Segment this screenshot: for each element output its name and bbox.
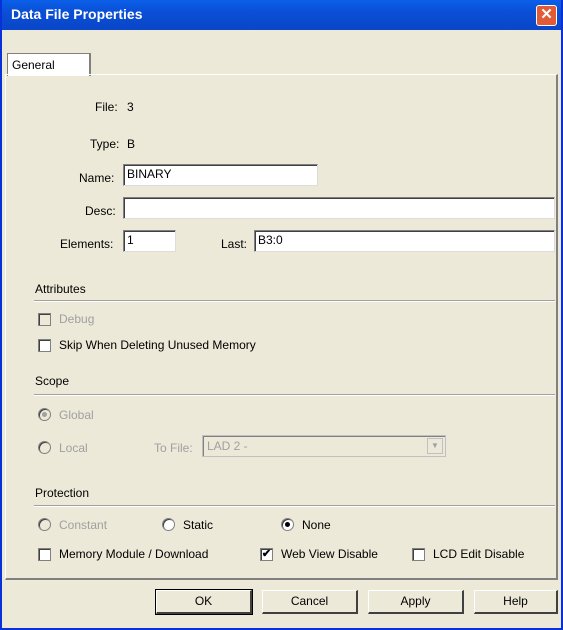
ok-button[interactable]: OK	[155, 589, 253, 615]
tab-general-label: General	[12, 58, 55, 72]
static-label[interactable]: Static	[183, 518, 213, 532]
constant-radio	[38, 518, 51, 531]
tab-general[interactable]: General	[7, 53, 91, 76]
desc-label: Desc:	[85, 204, 116, 218]
to-file-select: LAD 2 - ▼	[202, 435, 446, 457]
elements-field[interactable]: 1	[123, 230, 176, 252]
scope-divider	[34, 394, 555, 396]
apply-button[interactable]: Apply	[368, 590, 464, 614]
window-title: Data File Properties	[11, 6, 143, 22]
none-label[interactable]: None	[302, 518, 331, 532]
memory-module-checkbox[interactable]	[38, 548, 51, 561]
constant-label: Constant	[59, 518, 108, 532]
local-label: Local	[59, 441, 88, 455]
close-icon[interactable]: ✕	[536, 5, 557, 26]
desc-field[interactable]	[123, 197, 555, 219]
static-radio[interactable]	[162, 518, 175, 531]
none-radio[interactable]	[281, 518, 294, 531]
global-radio	[38, 408, 51, 421]
debug-checkbox	[38, 313, 51, 326]
file-value: 3	[127, 100, 134, 114]
name-field[interactable]: BINARY	[123, 164, 318, 186]
lcd-edit-disable-checkbox[interactable]	[412, 548, 425, 561]
last-field: B3:0	[254, 230, 555, 252]
to-file-label: To File:	[154, 441, 193, 455]
cancel-button[interactable]: Cancel	[262, 590, 358, 614]
scope-heading: Scope	[35, 374, 70, 388]
debug-label: Debug	[59, 312, 95, 326]
to-file-value: LAD 2 -	[207, 439, 248, 453]
type-value: B	[127, 137, 136, 151]
memory-module-label[interactable]: Memory Module / Download	[59, 547, 208, 561]
elements-label: Elements:	[60, 237, 114, 251]
web-view-disable-label[interactable]: Web View Disable	[281, 547, 378, 561]
name-label: Name:	[79, 171, 115, 185]
attributes-divider	[34, 300, 555, 302]
type-label: Type:	[90, 137, 120, 151]
local-radio	[38, 441, 51, 454]
file-label: File:	[95, 100, 118, 114]
skip-unused-checkbox[interactable]	[38, 339, 51, 352]
attributes-heading: Attributes	[35, 282, 86, 296]
skip-unused-label[interactable]: Skip When Deleting Unused Memory	[59, 338, 256, 352]
protection-divider	[34, 505, 555, 507]
global-label: Global	[59, 408, 94, 422]
last-label: Last:	[221, 237, 248, 251]
dialog-window: Data File Properties ✕ General File: 3 T…	[0, 0, 563, 630]
title-bar[interactable]: Data File Properties ✕	[2, 0, 561, 30]
help-button[interactable]: Help	[474, 590, 558, 614]
lcd-edit-disable-label[interactable]: LCD Edit Disable	[433, 547, 524, 561]
chevron-down-icon: ▼	[427, 438, 443, 454]
protection-heading: Protection	[35, 486, 90, 500]
web-view-disable-checkbox[interactable]: ✔	[260, 548, 273, 561]
